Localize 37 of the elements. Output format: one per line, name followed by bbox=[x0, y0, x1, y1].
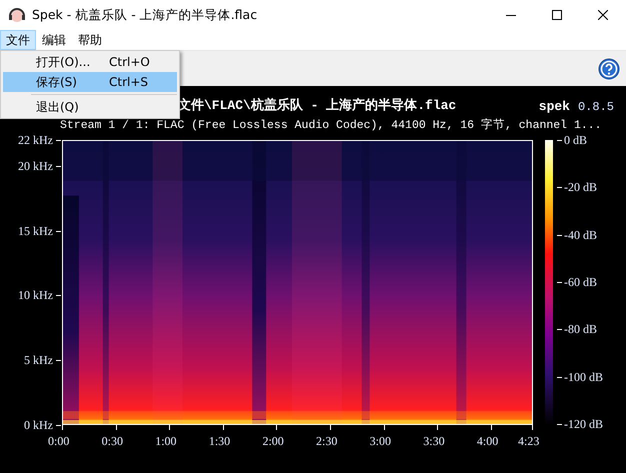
db-label: -80 dB bbox=[564, 323, 597, 336]
frequency-label: 15 kHz bbox=[18, 224, 53, 237]
db-label: 0 dB bbox=[564, 134, 588, 146]
app-icon bbox=[8, 7, 26, 23]
time-label: 4:23 bbox=[518, 435, 540, 447]
time-label: 0:00 bbox=[48, 435, 70, 447]
menu-entry[interactable]: 保存(S) Ctrl+S bbox=[3, 72, 177, 92]
time-label: 3:30 bbox=[423, 435, 445, 447]
time-label: 1:30 bbox=[208, 435, 230, 447]
menu-entry[interactable]: 打开(O)... Ctrl+O bbox=[3, 52, 177, 72]
db-label: -120 dB bbox=[564, 418, 603, 430]
frequency-label: 0 kHz bbox=[24, 419, 53, 431]
time-label: 1:00 bbox=[155, 435, 177, 447]
db-label: -20 dB bbox=[564, 181, 597, 194]
time-label: 2:00 bbox=[262, 435, 284, 447]
time-label: 3:00 bbox=[370, 435, 392, 447]
frequency-label: 5 kHz bbox=[24, 354, 53, 366]
frequency-label: 22 kHz bbox=[18, 134, 53, 146]
close-icon[interactable] bbox=[598, 10, 608, 20]
app-name: spek bbox=[538, 99, 570, 114]
stream-info: Stream 1 / 1: FLAC (Free Lossless Audio Codec), 44100 Hz, 16 字节, channel 1... bbox=[60, 119, 602, 132]
frequency-label: 10 kHz bbox=[18, 289, 53, 302]
maximize-icon[interactable] bbox=[552, 10, 562, 20]
time-label: 0:30 bbox=[102, 435, 123, 447]
menu-item[interactable]: 编辑 bbox=[36, 30, 72, 50]
window-title: Spek - 杭盖乐队 - 上海产的半导体.flac bbox=[32, 6, 258, 24]
help-icon[interactable] bbox=[598, 58, 620, 80]
menu-item[interactable]: 帮助 bbox=[72, 30, 108, 50]
db-label: -40 dB bbox=[564, 228, 597, 241]
time-label: 2:30 bbox=[316, 435, 338, 447]
db-label: -100 dB bbox=[564, 370, 603, 383]
db-label: -60 dB bbox=[564, 276, 597, 288]
frequency-label: 20 kHz bbox=[18, 160, 53, 172]
version-label: 0.8.5 bbox=[578, 100, 614, 114]
menu-item[interactable]: 文件 bbox=[0, 30, 36, 50]
time-label: 4:00 bbox=[476, 435, 498, 447]
menu-entry[interactable]: 退出(Q) bbox=[3, 97, 177, 117]
